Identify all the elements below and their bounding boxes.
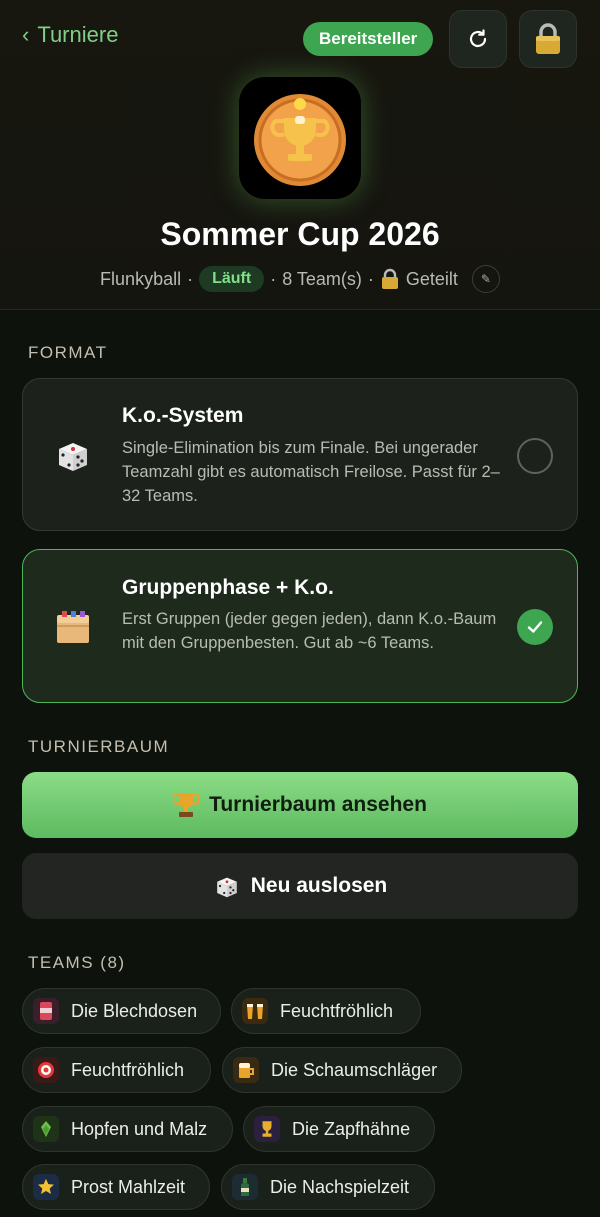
status-badge: Läuft: [199, 266, 265, 292]
trophy-icon: [173, 793, 200, 817]
bracket-section-label: TURNIERBAUM: [28, 737, 170, 756]
team-name: Die Zapfhähne: [292, 1118, 411, 1139]
team-name: Die Nachspielzeit: [270, 1176, 410, 1197]
hops-icon: [33, 1116, 59, 1142]
format-option-groups[interactable]: Gruppenphase + K.o. Erst Gruppen (jeder …: [22, 549, 578, 703]
dice-icon: [59, 443, 87, 471]
team-name: Feuchtfröhlich: [71, 1059, 185, 1080]
view-bracket-label: Turnierbaum ansehen: [209, 793, 427, 816]
visibility-label: Geteilt: [405, 268, 458, 289]
meta-separator: ·: [187, 268, 194, 289]
provider-badge[interactable]: Bereitsteller: [303, 22, 434, 56]
lock-icon: [381, 268, 398, 289]
format-section-label: FORMAT: [28, 343, 108, 362]
format-option-ko[interactable]: K.o.-System Single-Elimination bis zum F…: [22, 378, 578, 531]
beers-icon: [242, 998, 268, 1024]
format-name: K.o.-System: [122, 404, 244, 427]
dice-icon: [216, 877, 237, 898]
team-name: Prost Mahlzeit: [71, 1176, 186, 1197]
view-bracket-button[interactable]: Turnierbaum ansehen: [22, 772, 578, 838]
lock-button[interactable]: [519, 10, 577, 68]
format-radio-checked[interactable]: [517, 609, 553, 645]
format-description: Single-Elimination bis zum Finale. Bei u…: [122, 439, 500, 505]
can-icon: [33, 998, 59, 1024]
teams-section-label: TEAMS (8): [28, 953, 126, 972]
format-radio[interactable]: [517, 438, 553, 474]
chevron-left-icon: ‹: [22, 22, 30, 47]
tournament-header: ‹ Turniere Bereitsteller Sommer Cup 2026…: [0, 0, 600, 310]
teams-count-label: 8 Team(s): [282, 268, 362, 289]
back-label: Turniere: [37, 22, 119, 47]
tournament-meta: Flunkyball · Läuft · 8 Team(s) · Geteilt…: [0, 264, 600, 294]
meta-separator: ·: [270, 268, 277, 289]
format-name: Gruppenphase + K.o.: [122, 576, 334, 599]
team-chip[interactable]: Hopfen und Malz: [22, 1106, 233, 1152]
meta-separator: ·: [367, 268, 374, 289]
back-link[interactable]: ‹ Turniere: [22, 22, 118, 48]
page-title: Sommer Cup 2026: [160, 216, 440, 252]
team-chip[interactable]: Feuchtfröhlich: [231, 988, 421, 1034]
bottle-icon: [232, 1174, 258, 1200]
sport-label: Flunkyball: [100, 268, 182, 289]
team-chip[interactable]: Prost Mahlzeit: [22, 1164, 210, 1210]
beer-mug-icon: [233, 1057, 259, 1083]
target-icon: [33, 1057, 59, 1083]
team-name: Feuchtfröhlich: [280, 1000, 394, 1021]
checkmark-icon: [527, 621, 543, 633]
team-name: Die Blechdosen: [71, 1000, 198, 1021]
refresh-icon: [469, 29, 487, 48]
pencil-icon: ✎: [480, 272, 491, 286]
star-icon: [33, 1174, 59, 1200]
refresh-button[interactable]: [449, 10, 507, 68]
team-name: Hopfen und Malz: [71, 1118, 208, 1139]
trophy-medal-icon: [254, 94, 346, 186]
team-chip[interactable]: Feuchtfröhlich: [22, 1047, 211, 1093]
redraw-label: Neu auslosen: [250, 874, 388, 897]
team-chip[interactable]: Die Blechdosen: [22, 988, 221, 1034]
trophy-icon: [254, 1116, 280, 1142]
team-name: Die Schaumschläger: [271, 1059, 438, 1080]
format-description: Erst Gruppen (jeder gegen jeden), dann K…: [122, 610, 497, 652]
tournament-logo: [239, 77, 361, 199]
team-chip[interactable]: Die Schaumschläger: [222, 1047, 462, 1093]
lock-icon: [536, 23, 560, 54]
team-chip[interactable]: Die Nachspielzeit: [221, 1164, 435, 1210]
box-icon: [57, 611, 89, 643]
team-chip[interactable]: Die Zapfhähne: [243, 1106, 435, 1152]
redraw-button[interactable]: Neu auslosen: [22, 853, 578, 919]
edit-button[interactable]: ✎: [471, 265, 500, 293]
